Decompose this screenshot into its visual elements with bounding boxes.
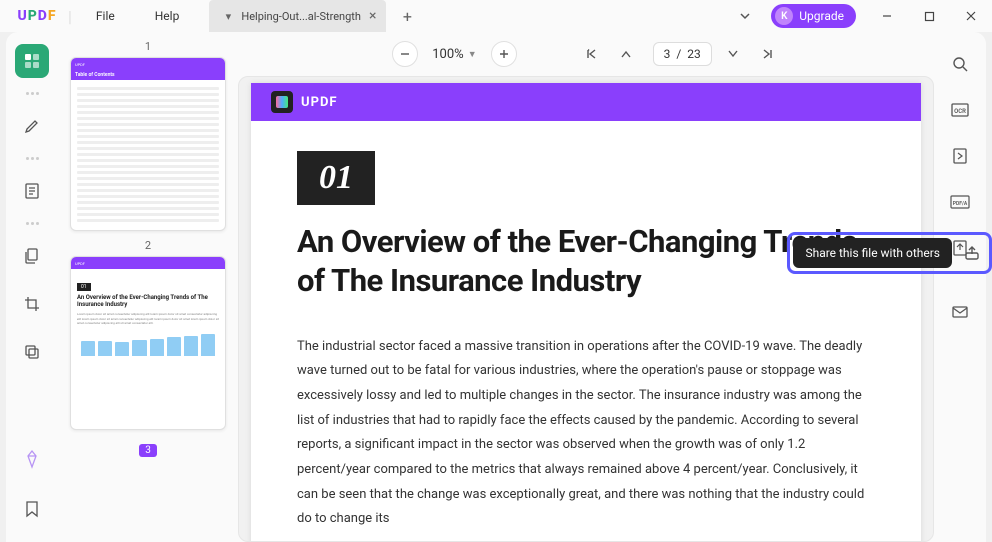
window-maximize-button[interactable] [908,0,950,32]
tab-dropdown-icon[interactable]: ▾ [223,11,233,21]
page-number-box[interactable]: 3 / 23 [653,42,712,66]
more-tabs-icon[interactable] [727,2,763,30]
upgrade-button[interactable]: K Upgrade [771,4,856,28]
first-page-button[interactable] [585,47,605,61]
tab-title: Helping-Out...al-Strength [241,10,361,23]
thumbnail-panel: 1 UPDF Table of Contents 2 UPDF 01 [58,32,238,542]
sidebar-separator [26,92,39,95]
share-button[interactable] [958,239,986,267]
edit-tool[interactable] [15,174,49,208]
thumb-doc-title: An Overview of the Ever-Changing Trends … [77,294,219,308]
last-page-button[interactable] [760,47,780,61]
document-viewport[interactable]: UPDF 01 An Overview of the Ever-Changing… [238,76,934,542]
center-area: 100% ▼ 3 / 23 [238,32,934,542]
thumb-title: Table of Contents [75,72,221,78]
new-tab-button[interactable]: + [394,7,420,26]
next-page-button[interactable] [726,47,746,61]
sidebar-separator [26,222,39,225]
compress-icon[interactable] [946,142,974,170]
layers-tool[interactable] [15,335,49,369]
thumbnail-number: 1 [70,40,226,53]
app-logo: UPDF [0,8,64,24]
share-tooltip-highlight: Share this file with others [787,232,992,274]
pages-tool[interactable] [15,239,49,273]
thumbnail-page-1[interactable]: 1 UPDF Table of Contents [70,40,226,231]
zoom-out-button[interactable] [392,41,418,67]
left-sidebar [6,32,58,542]
document-tab[interactable]: ▾ Helping-Out...al-Strength × [209,0,386,32]
chapter-number: 01 [301,155,371,201]
thumb-chart [77,328,219,358]
right-sidebar: OCR PDF/A [934,32,986,542]
chapter-badge: 01 [297,151,375,205]
document-page: UPDF 01 An Overview of the Ever-Changing… [251,83,921,542]
menu-help[interactable]: Help [135,9,200,23]
chevron-down-icon: ▼ [468,49,477,60]
logo-divider: | [68,7,72,26]
highlighter-tool[interactable] [15,109,49,143]
thumbnail-number-active: 3 [139,444,157,457]
zoom-level[interactable]: 100% ▼ [432,47,476,62]
prev-page-button[interactable] [619,47,639,61]
page-header: UPDF [251,83,921,121]
menu-file[interactable]: File [76,9,135,23]
mail-icon[interactable] [946,298,974,326]
svg-text:PDF/A: PDF/A [953,201,968,207]
pdfa-icon[interactable]: PDF/A [946,188,974,216]
title-bar: UPDF | File Help ▾ Helping-Out...al-Stre… [0,0,992,32]
bookmark-tool[interactable] [15,492,49,526]
brand-icon [271,91,293,113]
svg-text:OCR: OCR [954,108,966,115]
page-total: 23 [687,47,701,61]
window-close-button[interactable] [950,0,992,32]
premium-icon[interactable] [15,442,49,476]
thumbnail-page-3[interactable]: 3 [70,438,226,457]
thumbnails-tool[interactable] [15,44,49,78]
ocr-icon[interactable]: OCR [946,96,974,124]
thumb-chapter-num: 01 [77,283,91,291]
window-minimize-button[interactable] [866,0,908,32]
document-paragraph: The industrial sector faced a massive tr… [297,335,875,533]
upgrade-label: Upgrade [799,9,844,23]
brand-label: UPDF [301,95,338,110]
thumbnail-page-2[interactable]: 2 UPDF 01 An Overview of the Ever-Changi… [70,239,226,430]
page-current: 3 [664,47,671,61]
user-avatar: K [775,7,793,25]
zoom-label: 100% [432,47,463,62]
sidebar-separator [26,157,39,160]
zoom-in-button[interactable] [491,41,517,67]
main-region: 1 UPDF Table of Contents 2 UPDF 01 [6,32,986,542]
top-toolbar: 100% ▼ 3 / 23 [238,32,934,76]
thumbnail-number: 2 [70,239,226,252]
crop-tool[interactable] [15,287,49,321]
tab-close-icon[interactable]: × [369,8,376,24]
search-icon[interactable] [946,50,974,78]
share-tooltip: Share this file with others [793,238,952,268]
